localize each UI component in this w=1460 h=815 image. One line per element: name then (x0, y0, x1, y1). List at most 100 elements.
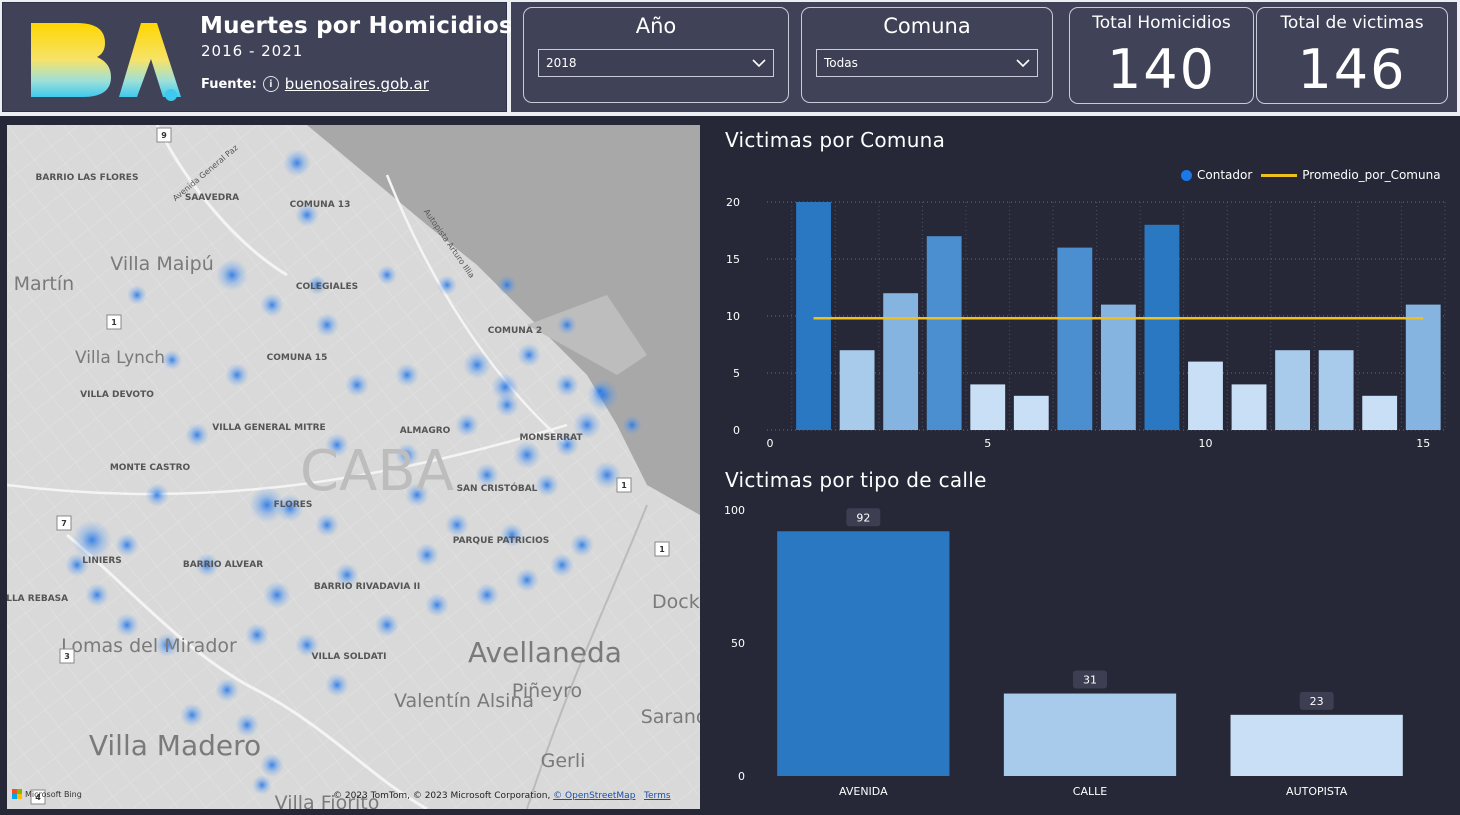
heat-spot (455, 413, 479, 437)
category-label: CALLE (1073, 785, 1107, 798)
legend-dot-contador (1181, 169, 1192, 181)
map-label: COLEGIALES (296, 282, 358, 292)
street-type-chart-title: Victimas por tipo de calle (725, 468, 987, 492)
heat-spot (425, 593, 449, 617)
bar-commune-5[interactable] (970, 384, 1006, 430)
bar-commune-11[interactable] (1231, 384, 1267, 430)
street-type-bar-chart[interactable]: 0 50 100 92 AVENIDA 31 CALLE 23 AUTOPISTA (715, 500, 1455, 805)
heat-spot (557, 315, 577, 335)
heat-spot (622, 415, 642, 435)
map-label: COMUNA 15 (267, 353, 328, 363)
map-label: VILLA GENERAL MITRE (212, 423, 325, 433)
heat-spot (463, 351, 491, 379)
bing-label: Microsoft Bing (25, 789, 82, 799)
bar-commune-3[interactable] (883, 293, 919, 430)
kpi-homicides-value: 140 (1106, 38, 1217, 101)
year-dropdown[interactable]: 2018 (538, 49, 774, 77)
heat-spot (263, 581, 291, 609)
category-label: AUTOPISTA (1286, 785, 1348, 798)
heat-spot (85, 583, 109, 607)
heat-map[interactable]: BARRIO LAS FLORES SAAVEDRA COMUNA 13 Villa … (7, 125, 700, 809)
bar-commune-6[interactable] (1013, 395, 1049, 430)
heat-spot (283, 149, 311, 177)
source-link[interactable]: buenosaires.gob.ar (285, 75, 429, 93)
heat-spot (517, 343, 541, 367)
heat-spot (145, 483, 169, 507)
attribution-text: © 2023 TomTom, © 2023 Microsoft Corporat… (333, 791, 554, 801)
heat-spot (215, 678, 239, 702)
map-label: SAAVEDRA (185, 193, 239, 203)
dashboard: Muertes por Homicidios 2016 - 2021 Fuent… (0, 0, 1460, 815)
source-line: Fuente: i buenosaires.gob.ar (201, 75, 429, 93)
bar-commune-10[interactable] (1188, 361, 1223, 430)
header-card: Muertes por Homicidios 2016 - 2021 Fuent… (2, 2, 513, 112)
category-label: AVENIDA (839, 785, 888, 798)
route-shield-label: 1 (659, 545, 665, 554)
bar-autopista[interactable] (1230, 714, 1403, 776)
map-label: VILLA DEVOTO (80, 390, 154, 400)
map-label: PARQUE PATRICIOS (453, 536, 549, 546)
map-canvas: BARRIO LAS FLORES SAAVEDRA COMUNA 13 Villa … (7, 125, 700, 809)
bar-commune-2[interactable] (839, 350, 875, 430)
y-tick-label: 0 (738, 770, 745, 783)
map-label: LINIERS (82, 556, 122, 566)
y-tick-label: 5 (733, 367, 740, 380)
commune-bar-chart[interactable]: 0 5 10 15 20 0 5 10 15 (715, 190, 1455, 455)
bar-calle[interactable] (1003, 693, 1177, 776)
y-tick-label: 20 (726, 196, 740, 209)
map-attribution: © 2023 TomTom, © 2023 Microsoft Corporat… (333, 791, 671, 801)
y-tick-label: 0 (733, 424, 740, 437)
map-label: San Martín (7, 273, 74, 295)
kpi-victims-title: Total de victimas (1280, 13, 1424, 33)
route-shield-label: 1 (621, 481, 627, 490)
bar-commune-12[interactable] (1275, 350, 1310, 430)
bar-commune-13[interactable] (1318, 350, 1354, 430)
map-label: SAN CRISTÓBAL (457, 482, 538, 494)
map-label: Gerli (541, 750, 586, 772)
data-label: 31 (1083, 674, 1097, 687)
bar-commune-14[interactable] (1362, 395, 1398, 430)
ba-logo (31, 23, 181, 101)
map-label: Villa Lynch (75, 348, 165, 368)
bar-avenida[interactable] (777, 531, 950, 776)
terms-link[interactable]: Terms (644, 791, 671, 801)
data-label: 92 (856, 511, 870, 524)
heat-spot (345, 373, 369, 397)
heat-spot (216, 259, 248, 291)
route-shield-label: 1 (111, 318, 117, 327)
route-shield-label: 7 (61, 519, 67, 528)
year-range: 2016 - 2021 (201, 42, 304, 60)
commune-dropdown[interactable]: Todas (816, 49, 1038, 77)
map-label: Villa Madero (89, 729, 261, 762)
bar-commune-4[interactable] (926, 236, 962, 430)
legend-label-contador[interactable]: Contador (1197, 168, 1252, 182)
heat-spot (260, 293, 284, 317)
heat-spot (592, 383, 608, 399)
heat-spot (127, 285, 147, 305)
year-slicer-title: Año (635, 14, 677, 38)
legend-label-promedio[interactable]: Promedio_por_Comuna (1302, 168, 1440, 182)
map-label: MONTE CASTRO (110, 463, 191, 473)
heat-spot (115, 613, 139, 637)
y-tick-label: 50 (731, 637, 745, 650)
y-tick-label: 15 (726, 253, 740, 266)
heat-spot (445, 513, 469, 537)
map-label: Lomas del Mirador (61, 635, 237, 657)
bar-commune-9[interactable] (1144, 224, 1180, 430)
kpi-total-homicides: Total Homicidios 140 (1069, 7, 1254, 104)
bar-commune-15[interactable] (1405, 304, 1441, 430)
map-label: FLORES (274, 500, 313, 510)
kpi-homicides-title: Total Homicidios (1092, 13, 1231, 33)
bar-commune-7[interactable] (1057, 247, 1093, 430)
source-label: Fuente: (201, 76, 257, 92)
commune-selected-value: Todas (824, 56, 858, 70)
osm-link[interactable]: © OpenStreetMap (553, 791, 635, 801)
heat-spot (415, 543, 439, 567)
bar-commune-1[interactable] (796, 202, 831, 430)
map-label: VILLA SOLDATI (312, 652, 387, 662)
commune-slicer-title: Comuna (883, 14, 971, 38)
heat-spot (497, 275, 517, 295)
microsoft-logo-icon (12, 789, 22, 799)
bar-commune-8[interactable] (1100, 304, 1136, 430)
heat-spot (260, 753, 284, 777)
